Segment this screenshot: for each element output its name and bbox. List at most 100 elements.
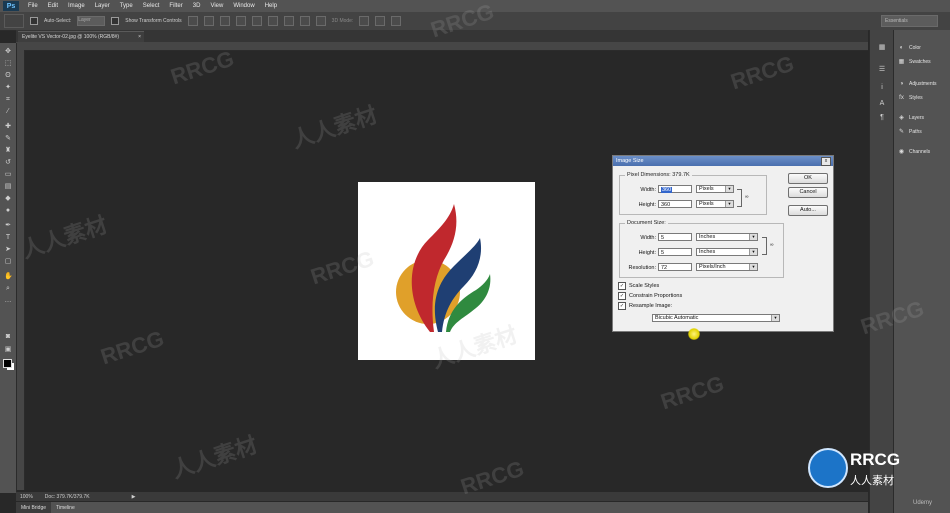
align-right-icon[interactable] xyxy=(267,16,278,26)
dialog-title[interactable]: Image Size xyxy=(613,156,833,166)
auto-select-dropdown[interactable]: Layer xyxy=(77,16,106,26)
tab-timeline[interactable]: Timeline xyxy=(51,502,80,513)
width-px-unit-select[interactable]: Pixels ▼ xyxy=(696,185,734,193)
dodge-tool-icon[interactable]: ● xyxy=(4,207,12,215)
lasso-tool-icon[interactable]: ʘ xyxy=(4,72,12,80)
document-tab[interactable]: Eyelite VS Vector-02.jpg @ 100% (RGB/8#)… xyxy=(18,31,144,42)
move-tool-icon[interactable]: ✥ xyxy=(4,48,12,56)
ruler-vertical[interactable] xyxy=(16,50,25,490)
crop-tool-icon[interactable]: ⌗ xyxy=(4,96,12,104)
doc-width-input[interactable]: 5 xyxy=(658,233,692,241)
menu-type[interactable]: Type xyxy=(115,3,138,9)
document-image[interactable] xyxy=(358,182,535,360)
path-selection-tool-icon[interactable]: ➤ xyxy=(4,246,12,254)
brush-tool-icon[interactable]: ✎ xyxy=(4,135,12,143)
menu-select[interactable]: Select xyxy=(138,3,165,9)
tools-panel: ✥ ⬚ ʘ ✦ ⌗ ⁄ ✚ ✎ ♜ ↺ ▭ ▤ ◆ ● ✒ T ➤ ▢ ✋ ⌕ … xyxy=(0,43,17,493)
screen-mode-icon[interactable]: ▣ xyxy=(4,346,12,354)
resolution-unit-select[interactable]: Pixels/Inch ▼ xyxy=(696,263,758,271)
quick-select-tool-icon[interactable]: ✦ xyxy=(4,84,12,92)
gradient-tool-icon[interactable]: ▤ xyxy=(4,183,12,191)
type-tool-icon[interactable]: T xyxy=(4,234,12,242)
show-transform-checkbox[interactable] xyxy=(111,17,120,25)
ruler-horizontal[interactable] xyxy=(16,42,868,51)
quick-mask-icon[interactable]: ◙ xyxy=(4,333,12,341)
width-px-input[interactable]: 360 xyxy=(658,185,692,193)
panel-layers[interactable]: ◈ Layers xyxy=(898,114,924,122)
doc-width-unit-select[interactable]: Inches ▼ xyxy=(696,233,758,241)
auto-button[interactable]: Auto... xyxy=(788,205,828,216)
constrain-proportions-row[interactable]: ✓ Constrain Proportions xyxy=(618,292,682,300)
menu-image[interactable]: Image xyxy=(63,3,90,9)
menu-3d[interactable]: 3D xyxy=(188,3,206,9)
menu-layer[interactable]: Layer xyxy=(90,3,115,9)
scale-styles-checkbox[interactable]: ✓ xyxy=(618,282,626,290)
align-bottom-icon[interactable] xyxy=(219,16,230,26)
paragraph-panel-icon[interactable]: ¶ xyxy=(878,114,886,122)
resample-method-select[interactable]: Bicubic Automatic ▼ xyxy=(652,314,780,322)
menu-window[interactable]: Window xyxy=(228,3,259,9)
foreground-color-swatch[interactable] xyxy=(3,359,12,368)
doc-height-input[interactable]: 5 xyxy=(658,248,692,256)
3d-rotate-icon[interactable] xyxy=(359,16,370,26)
extra-tools-icon[interactable]: … xyxy=(4,297,12,305)
auto-select-label: Auto-Select: xyxy=(44,18,72,24)
align-left-icon[interactable] xyxy=(235,16,246,26)
distribute-vcenter-icon[interactable] xyxy=(299,16,310,26)
zoom-tool-icon[interactable]: ⌕ xyxy=(4,285,12,293)
history-brush-tool-icon[interactable]: ↺ xyxy=(4,159,12,167)
3d-roll-icon[interactable] xyxy=(375,16,386,26)
ok-button[interactable]: OK xyxy=(788,173,828,184)
shape-tool-icon[interactable]: ▢ xyxy=(4,258,12,266)
workspace-dropdown[interactable]: Essentials xyxy=(881,15,938,27)
3d-pan-icon[interactable] xyxy=(391,16,402,26)
resolution-input[interactable]: 72 xyxy=(658,263,692,271)
hand-tool-icon[interactable]: ✋ xyxy=(4,273,13,281)
resample-image-row[interactable]: ✓ Resample Image: xyxy=(618,302,672,310)
marquee-tool-icon[interactable]: ⬚ xyxy=(4,60,12,68)
zoom-level[interactable]: 100% xyxy=(20,494,33,500)
status-arrow-icon[interactable]: ▶ xyxy=(132,494,136,500)
eyedropper-tool-icon[interactable]: ⁄ xyxy=(4,108,12,116)
healing-brush-tool-icon[interactable]: ✚ xyxy=(4,123,12,131)
resample-image-label: Resample Image: xyxy=(629,303,673,309)
menu-filter[interactable]: Filter xyxy=(164,3,187,9)
panel-swatches[interactable]: ▦ Swatches xyxy=(898,58,931,66)
align-hcenter-icon[interactable] xyxy=(251,16,262,26)
properties-panel-icon[interactable]: ☰ xyxy=(878,66,886,74)
panel-paths[interactable]: ✎ Paths xyxy=(898,128,922,136)
history-panel-icon[interactable]: ▦ xyxy=(878,44,886,52)
doc-info[interactable]: Doc: 379.7K/379.7K xyxy=(45,494,90,500)
clone-stamp-tool-icon[interactable]: ♜ xyxy=(4,147,12,155)
panel-styles[interactable]: fx Styles xyxy=(898,94,922,101)
resample-image-checkbox[interactable]: ✓ xyxy=(618,302,626,310)
panel-adjustments[interactable]: ◑ Adjustments xyxy=(898,80,937,87)
blur-tool-icon[interactable]: ◆ xyxy=(4,195,12,203)
cancel-button[interactable]: Cancel xyxy=(788,187,828,198)
eraser-tool-icon[interactable]: ▭ xyxy=(4,171,12,179)
align-top-icon[interactable] xyxy=(187,16,198,26)
tab-mini-bridge[interactable]: Mini Bridge xyxy=(16,502,52,513)
height-px-unit-select[interactable]: Pixels ▼ xyxy=(696,200,734,208)
menu-file[interactable]: File xyxy=(23,3,43,9)
resample-method-value: Bicubic Automatic xyxy=(655,315,699,321)
doc-height-unit-select[interactable]: Inches ▼ xyxy=(696,248,758,256)
menu-edit[interactable]: Edit xyxy=(43,3,63,9)
info-panel-icon[interactable]: i xyxy=(878,84,886,92)
character-panel-icon[interactable]: A xyxy=(878,100,886,108)
distribute-bottom-icon[interactable] xyxy=(315,16,326,26)
menu-view[interactable]: View xyxy=(205,3,228,9)
panel-channels[interactable]: ◉ Channels xyxy=(898,148,930,156)
auto-select-checkbox[interactable] xyxy=(30,17,38,25)
menu-help[interactable]: Help xyxy=(260,3,282,9)
constrain-proportions-checkbox[interactable]: ✓ xyxy=(618,292,626,300)
align-vcenter-icon[interactable] xyxy=(203,16,214,26)
dialog-close-button[interactable]: x xyxy=(821,157,831,166)
distribute-top-icon[interactable] xyxy=(283,16,294,26)
panel-color[interactable]: ◐ Color xyxy=(898,44,921,51)
move-tool-preset-icon[interactable] xyxy=(4,14,24,28)
height-px-input[interactable]: 360 xyxy=(658,200,692,208)
tab-close-icon[interactable]: × xyxy=(138,34,141,40)
pen-tool-icon[interactable]: ✒ xyxy=(4,222,12,230)
scale-styles-row[interactable]: ✓ Scale Styles xyxy=(618,282,659,290)
